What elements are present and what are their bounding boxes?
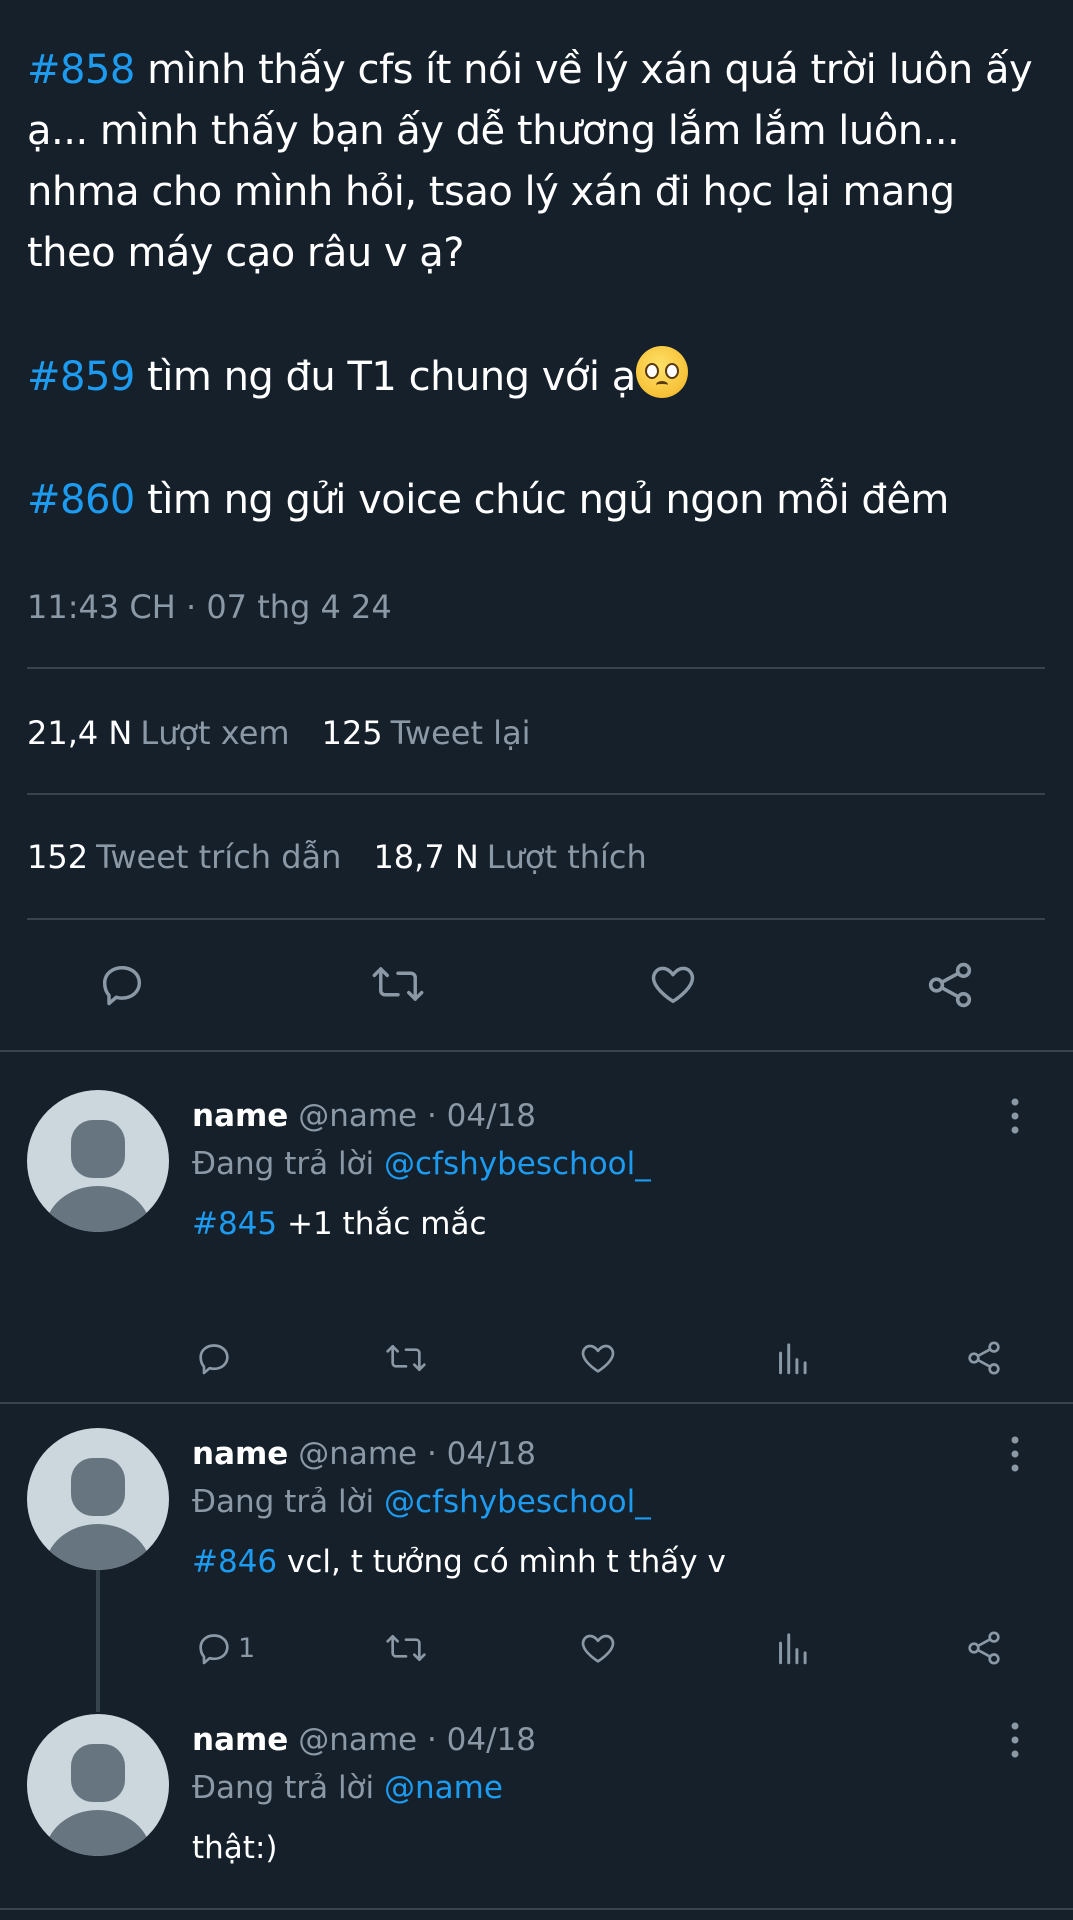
reply-icon — [199, 1344, 229, 1375]
views-count: 21,4 N — [27, 714, 133, 752]
stats-row-quotes-likes: 152 Tweet trích dẫn 18,7 N Lượt thích — [27, 838, 679, 876]
hashtag-858[interactable]: #858 — [27, 47, 135, 93]
avatar[interactable] — [27, 1090, 169, 1232]
paragraph-text: tìm ng đu T1 chung với ạ — [134, 354, 636, 400]
retweet-button[interactable] — [370, 958, 426, 1010]
share-button[interactable] — [964, 1338, 1004, 1378]
hashtag[interactable]: #846 — [192, 1544, 277, 1580]
section-separator — [0, 1908, 1073, 1910]
reply-button[interactable]: 1 — [194, 1628, 255, 1668]
quotes-label[interactable]: Tweet trích dẫn — [96, 838, 341, 876]
handle-and-date: @name · 04/18 — [298, 1098, 537, 1134]
handle-and-date: @name · 04/18 — [298, 1436, 537, 1472]
avatar[interactable] — [27, 1428, 169, 1570]
main-tweet-body: #858 mình thấy cfs ít nói về lý xán quá … — [27, 40, 1047, 531]
likes-label[interactable]: Lượt thích — [487, 838, 647, 876]
like-button[interactable] — [578, 1628, 618, 1668]
like-button[interactable] — [578, 1338, 618, 1378]
stats-row-views-retweets: 21,4 N Lượt xem 125 Tweet lại — [27, 714, 563, 752]
hashtag-859[interactable]: #859 — [27, 354, 135, 400]
retweet-icon — [372, 967, 424, 1001]
reply-tweet[interactable]: name @name · 04/18 Đang trả lời @cfshybe… — [192, 1094, 1012, 1246]
reply-count: 1 — [238, 1632, 256, 1664]
section-separator — [0, 1050, 1073, 1052]
display-name[interactable]: name — [192, 1436, 288, 1472]
replying-label: Đang trả lời — [192, 1770, 375, 1806]
divider — [27, 793, 1045, 795]
heart-icon — [581, 1344, 615, 1373]
replying-to-link[interactable]: @cfshybeschool_ — [384, 1146, 651, 1182]
divider — [27, 918, 1045, 920]
reply-tweet[interactable]: name @name · 04/18 Đang trả lời @name th… — [192, 1718, 1012, 1870]
paragraph-text: tìm ng gửi voice chúc ngủ ngon mỗi đêm — [134, 477, 949, 523]
tweet-paragraph-860: #860 tìm ng gửi voice chúc ngủ ngon mỗi … — [27, 470, 1047, 531]
retweet-button[interactable] — [384, 1628, 428, 1668]
retweet-icon — [386, 1635, 426, 1661]
divider — [27, 667, 1045, 669]
retweet-icon — [386, 1345, 426, 1371]
paragraph-text: mình thấy cfs ít nói về lý xán quá trời … — [27, 47, 1033, 276]
reply-text: vcl, t tưởng có mình t thấy v — [277, 1544, 726, 1580]
retweets-label[interactable]: Tweet lại — [391, 714, 531, 752]
reply-text: +1 thắc mắc — [277, 1206, 487, 1242]
heart-icon — [581, 1634, 615, 1663]
reply-button[interactable] — [96, 958, 148, 1010]
quotes-count[interactable]: 152 — [27, 838, 88, 876]
reply-icon — [102, 966, 142, 1006]
reply-button[interactable] — [194, 1338, 234, 1378]
replying-label: Đang trả lời — [192, 1484, 375, 1520]
display-name[interactable]: name — [192, 1098, 288, 1134]
share-icon — [928, 962, 972, 1008]
analytics-icon — [779, 1343, 807, 1375]
retweets-count[interactable]: 125 — [322, 714, 383, 752]
like-button[interactable] — [647, 958, 699, 1010]
section-separator — [0, 1402, 1073, 1404]
more-options-icon[interactable] — [1005, 1720, 1025, 1760]
handle-and-date: @name · 04/18 — [298, 1722, 537, 1758]
reply-text: thật:) — [192, 1830, 278, 1866]
views-label: Lượt xem — [140, 714, 290, 752]
avatar[interactable] — [27, 1714, 169, 1856]
thread-connector-line — [96, 1570, 100, 1712]
display-name[interactable]: name — [192, 1722, 288, 1758]
views-button[interactable] — [774, 1628, 810, 1668]
more-options-icon[interactable] — [1005, 1434, 1025, 1474]
pleading-face-emoji-icon — [635, 346, 688, 398]
tweet-paragraph-858: #858 mình thấy cfs ít nói về lý xán quá … — [27, 40, 1047, 284]
more-options-icon[interactable] — [1005, 1096, 1025, 1136]
retweet-button[interactable] — [384, 1338, 428, 1378]
share-icon — [968, 1341, 1000, 1375]
tweet-paragraph-859: #859 tìm ng đu T1 chung với ạ — [27, 346, 1047, 408]
likes-count[interactable]: 18,7 N — [373, 838, 478, 876]
reply-tweet[interactable]: name @name · 04/18 Đang trả lời @cfshybe… — [192, 1432, 1012, 1584]
analytics-icon — [779, 1633, 807, 1665]
replying-label: Đang trả lời — [192, 1146, 375, 1182]
reply-icon — [199, 1634, 229, 1665]
replying-to-link[interactable]: @cfshybeschool_ — [384, 1484, 651, 1520]
replying-to-link[interactable]: @name — [384, 1770, 503, 1806]
heart-icon — [651, 966, 695, 1004]
hashtag[interactable]: #845 — [192, 1206, 277, 1242]
share-button[interactable] — [964, 1628, 1004, 1668]
tweet-timestamp[interactable]: 11:43 CH · 07 thg 4 24 — [27, 588, 392, 626]
views-button[interactable] — [774, 1338, 810, 1378]
share-button[interactable] — [923, 958, 977, 1012]
hashtag-860[interactable]: #860 — [27, 477, 135, 523]
share-icon — [968, 1631, 1000, 1665]
